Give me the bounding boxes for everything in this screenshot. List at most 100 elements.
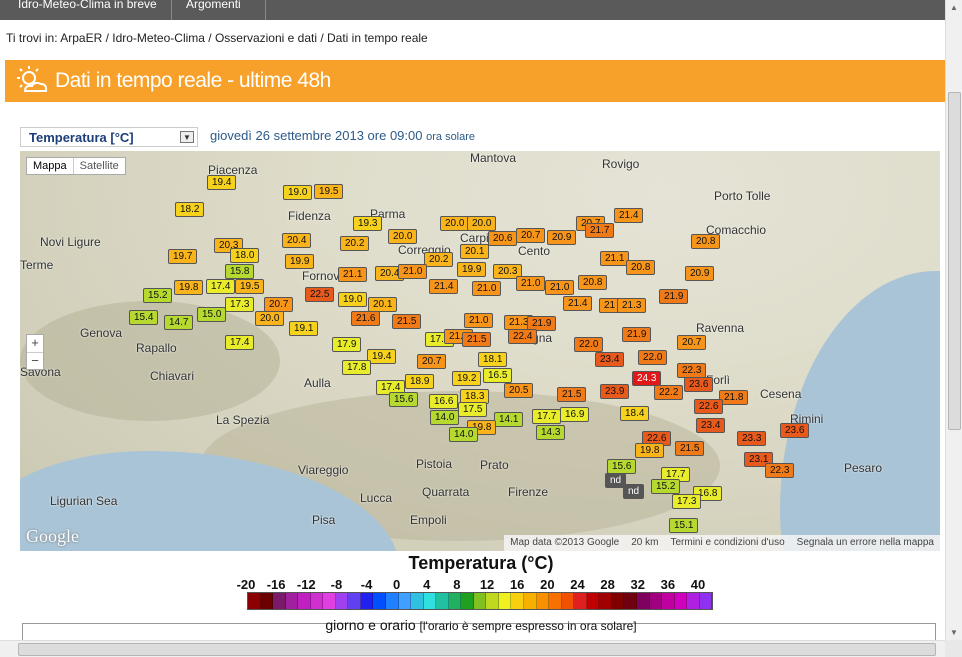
station-marker[interactable]: 19.9 [285, 254, 315, 269]
station-marker[interactable]: 15.8 [225, 264, 255, 279]
station-marker[interactable]: 15.0 [197, 307, 227, 322]
station-marker[interactable]: 15.6 [389, 392, 419, 407]
zoom-in-button[interactable]: + [27, 335, 43, 352]
station-marker[interactable]: 21.7 [585, 223, 615, 238]
report-error-link[interactable]: Segnala un errore nella mappa [791, 535, 940, 551]
station-marker[interactable]: 15.2 [143, 288, 173, 303]
horizontal-scrollbar[interactable] [0, 640, 945, 657]
station-marker[interactable]: 19.9 [457, 262, 487, 277]
station-marker[interactable]: 16.5 [483, 368, 513, 383]
station-marker[interactable]: 18.2 [175, 202, 205, 217]
station-marker[interactable]: 21.9 [622, 327, 652, 342]
station-marker[interactable]: 18.0 [230, 248, 260, 263]
google-logo[interactable]: Google [26, 526, 79, 547]
station-marker[interactable]: 15.4 [129, 310, 159, 325]
station-marker[interactable]: 19.5 [314, 184, 344, 199]
station-marker[interactable]: 22.3 [765, 463, 795, 478]
station-marker[interactable]: 21.5 [675, 441, 705, 456]
station-marker[interactable]: 22.4 [508, 329, 538, 344]
station-marker[interactable]: 14.0 [430, 410, 460, 425]
station-marker[interactable]: 18.1 [478, 352, 508, 367]
station-marker[interactable]: 21.0 [516, 276, 546, 291]
chevron-down-icon[interactable]: ▼ [180, 131, 194, 143]
map-type-map-button[interactable]: Mappa [27, 158, 74, 174]
station-marker[interactable]: 23.3 [737, 431, 767, 446]
station-marker[interactable]: 20.0 [388, 229, 418, 244]
station-marker[interactable]: 22.2 [654, 385, 684, 400]
station-marker[interactable]: 21.4 [429, 279, 459, 294]
station-marker[interactable]: 21.0 [545, 280, 575, 295]
station-marker[interactable]: 22.5 [305, 287, 335, 302]
station-marker[interactable]: 20.8 [578, 275, 608, 290]
station-marker[interactable]: 22.6 [694, 399, 724, 414]
station-marker[interactable]: 21.5 [462, 332, 492, 347]
station-marker[interactable]: 15.2 [651, 479, 681, 494]
station-marker[interactable]: 20.8 [691, 234, 721, 249]
station-marker[interactable]: 21.0 [464, 313, 494, 328]
nav-item-idro-meteo-clima[interactable]: Idro-Meteo-Clima in breve [4, 0, 172, 20]
station-marker[interactable]: 17.4 [225, 335, 255, 350]
station-marker[interactable]: 23.4 [595, 352, 625, 367]
variable-select[interactable]: Temperatura [°C] ▼ [20, 127, 198, 147]
station-marker[interactable]: 20.4 [282, 233, 312, 248]
station-marker[interactable]: 19.5 [235, 279, 265, 294]
station-marker[interactable]: 20.7 [264, 297, 294, 312]
station-marker[interactable]: 21.4 [563, 296, 593, 311]
scroll-up-icon[interactable]: ▲ [950, 3, 958, 12]
station-marker[interactable]: 21.5 [557, 387, 587, 402]
station-marker[interactable]: 19.0 [338, 292, 368, 307]
station-marker[interactable]: nd [623, 484, 645, 499]
station-marker[interactable]: 19.8 [635, 443, 665, 458]
station-marker[interactable]: 14.0 [449, 427, 479, 442]
station-marker[interactable]: 19.4 [207, 175, 237, 190]
station-marker[interactable]: 15.6 [607, 459, 637, 474]
station-marker[interactable]: 20.7 [677, 335, 707, 350]
station-marker[interactable]: 14.7 [164, 315, 194, 330]
station-marker[interactable]: 24.3 [632, 371, 662, 386]
station-marker[interactable]: 21.8 [719, 390, 749, 405]
station-marker[interactable]: 20.6 [488, 231, 518, 246]
zoom-out-button[interactable]: − [27, 352, 43, 369]
station-marker[interactable]: 20.8 [626, 260, 656, 275]
station-marker[interactable]: 18.9 [405, 374, 435, 389]
station-marker[interactable]: 21.9 [659, 289, 689, 304]
station-marker[interactable]: 20.1 [368, 297, 398, 312]
station-marker[interactable]: 16.6 [429, 394, 459, 409]
station-marker[interactable]: 15.1 [669, 518, 699, 533]
temperature-map[interactable]: Piacenza Mantova Rovigo Fidenza Parma Novi Li… [20, 151, 940, 551]
station-marker[interactable]: 17.5 [458, 402, 488, 417]
station-marker[interactable]: 20.5 [504, 383, 534, 398]
station-marker[interactable]: 20.7 [516, 228, 546, 243]
station-marker[interactable]: 18.4 [620, 406, 650, 421]
station-marker[interactable]: 21.3 [617, 298, 647, 313]
station-marker[interactable]: 20.2 [424, 252, 454, 267]
station-marker[interactable]: 23.4 [696, 418, 726, 433]
station-marker[interactable]: 21.0 [472, 281, 502, 296]
terms-link[interactable]: Termini e condizioni d'uso [664, 535, 790, 551]
station-marker[interactable]: 22.0 [638, 350, 668, 365]
station-marker[interactable]: 20.9 [685, 266, 715, 281]
scroll-down-icon[interactable]: ▼ [950, 628, 958, 637]
station-marker[interactable]: 22.0 [574, 337, 604, 352]
station-marker[interactable]: 19.0 [283, 185, 313, 200]
station-marker[interactable]: 22.3 [677, 363, 707, 378]
station-marker[interactable]: 17.3 [225, 297, 255, 312]
station-marker[interactable]: 19.8 [174, 280, 204, 295]
station-marker[interactable]: 21.6 [351, 311, 381, 326]
station-marker[interactable]: 20.1 [460, 244, 490, 259]
station-marker[interactable]: 17.7 [532, 409, 562, 424]
station-marker[interactable]: 16.9 [560, 407, 590, 422]
station-marker[interactable]: 21.0 [398, 264, 428, 279]
station-marker[interactable]: 19.2 [452, 371, 482, 386]
station-marker[interactable]: 21.1 [338, 267, 368, 282]
map-type-satellite-button[interactable]: Satellite [74, 158, 125, 174]
station-marker[interactable]: 20.0 [255, 311, 285, 326]
station-marker[interactable]: 17.3 [672, 494, 702, 509]
vertical-scroll-thumb[interactable] [948, 92, 961, 430]
station-marker[interactable]: 17.9 [332, 337, 362, 352]
station-marker[interactable]: 23.9 [600, 384, 630, 399]
station-marker[interactable]: 19.1 [289, 321, 319, 336]
station-marker[interactable]: 20.9 [547, 230, 577, 245]
station-marker[interactable]: 21.5 [392, 314, 422, 329]
station-marker[interactable]: 17.4 [206, 279, 236, 294]
